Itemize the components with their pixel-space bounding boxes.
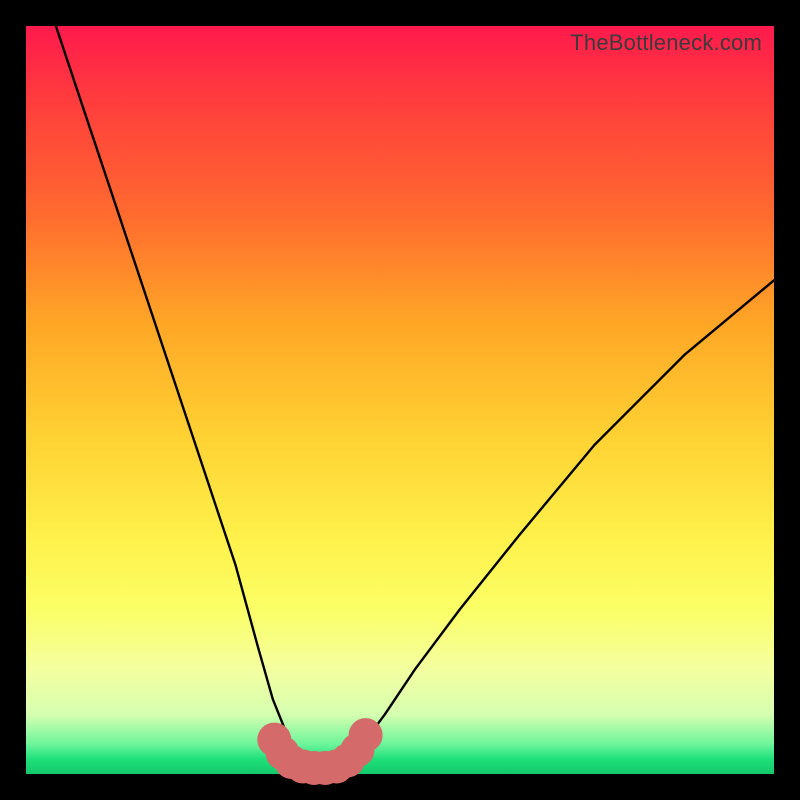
chart-frame: TheBottleneck.com	[0, 0, 800, 800]
curve-svg	[26, 26, 774, 774]
bottleneck-curve-path	[56, 26, 774, 767]
trough-marker-group	[265, 726, 374, 777]
plot-area: TheBottleneck.com	[26, 26, 774, 774]
trough-marker-dot	[357, 726, 375, 744]
